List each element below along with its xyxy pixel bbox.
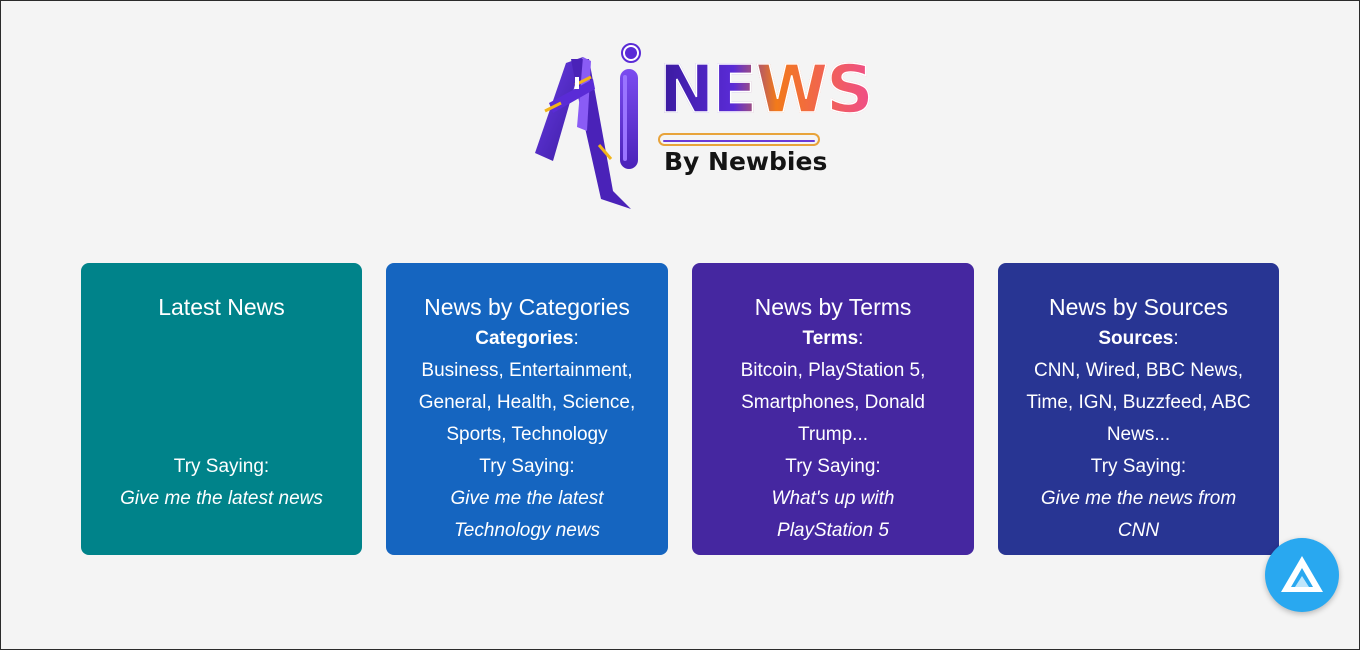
card-try-label: Try Saying:: [785, 456, 881, 477]
card-news-by-sources: News by Sources Sources: CNN, Wired, BBC…: [998, 263, 1279, 555]
card-example: What's up with PlayStation 5: [771, 488, 895, 541]
card-title: News by Sources: [1049, 294, 1228, 320]
app-logo: NEWS By Newbies: [531, 41, 874, 216]
card-example: Give me the news from CNN: [1040, 488, 1237, 541]
voice-assistant-button[interactable]: [1265, 538, 1339, 612]
card-list-colon: :: [858, 328, 864, 349]
card-list-heading: Sources:: [998, 323, 1279, 355]
card-try-label: Try Saying:: [173, 456, 270, 477]
card-example: Give me the latest Technology news: [450, 488, 604, 541]
card-try-label: Try Saying:: [1090, 456, 1187, 477]
card-try-label: Try Saying:: [479, 456, 575, 477]
alan-ai-icon: [1281, 556, 1323, 592]
card-title: News by Categories: [424, 294, 630, 320]
card-list-text: Business, Entertainment, General, Health…: [418, 360, 636, 445]
logo-news-wordmark: NEWS: [658, 51, 874, 128]
card-list-heading: Categories:: [386, 323, 668, 355]
card-spacer: [81, 323, 362, 451]
card-list-colon: :: [573, 328, 579, 349]
card-news-by-terms: News by Terms Terms: Bitcoin, PlayStatio…: [692, 263, 974, 555]
card-list-label: Categories: [475, 328, 574, 349]
logo-byline: By Newbies: [664, 147, 828, 176]
card-list-colon: :: [1173, 328, 1179, 349]
card-list-label: Terms: [802, 328, 859, 349]
card-latest-news: Latest News Try Saying: Give me the late…: [81, 263, 362, 555]
card-title: News by Terms: [754, 294, 912, 320]
card-list-text: Bitcoin, PlayStation 5, Smartphones, Don…: [740, 360, 926, 445]
card-title: Latest News: [158, 294, 285, 320]
card-news-by-categories: News by Categories Categories: Business,…: [386, 263, 668, 555]
card-list-label: Sources: [1098, 328, 1174, 349]
card-list-text: CNN, Wired, BBC News, Time, IGN, Buzzfee…: [1026, 360, 1251, 445]
logo-underline-bar: [658, 133, 820, 146]
card-example: Give me the latest news: [120, 488, 323, 509]
ai-logo-icon: [535, 43, 641, 209]
card-list-heading: Terms:: [692, 323, 974, 355]
